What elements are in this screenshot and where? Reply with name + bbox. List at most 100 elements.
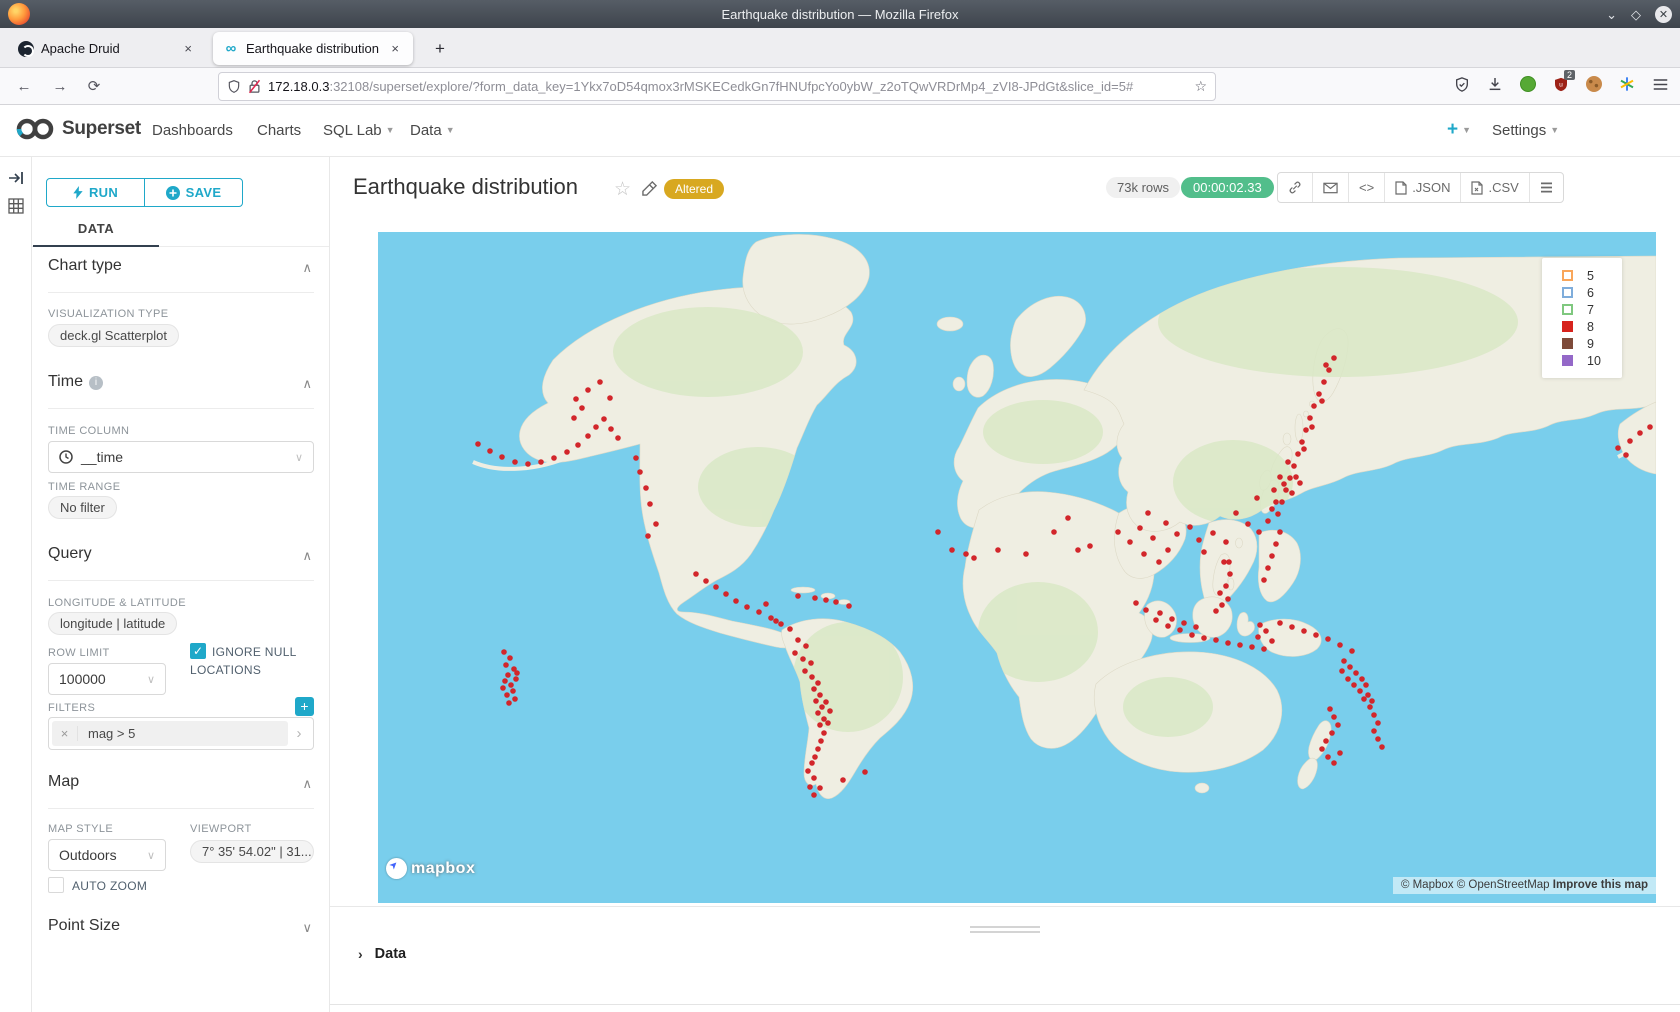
menu-hamburger-icon[interactable] <box>1650 74 1670 94</box>
copy-link-button[interactable] <box>1278 173 1313 202</box>
section-query[interactable]: Query∧ <box>48 545 314 581</box>
lonlat-label: LONGITUDE & LATITUDE <box>48 597 186 609</box>
back-icon[interactable]: ← <box>12 75 36 99</box>
adblock-shield-icon[interactable]: u 2 <box>1551 74 1571 94</box>
viz-type-label: VISUALIZATION TYPE <box>48 308 169 320</box>
legend-label: 8 <box>1587 320 1594 334</box>
download-icon[interactable] <box>1485 74 1505 94</box>
chevron-up-icon: ∧ <box>302 548 312 564</box>
filter-expand-icon[interactable]: › <box>288 725 310 742</box>
section-chart-type[interactable]: Chart type∧ <box>48 257 314 293</box>
section-map[interactable]: Map∧ <box>48 773 314 809</box>
altered-badge[interactable]: Altered <box>664 179 724 199</box>
new-tab-button[interactable]: + <box>428 37 452 61</box>
legend-item[interactable]: 5 <box>1562 267 1622 284</box>
tab-apache-druid[interactable]: Apache Druid × <box>8 32 206 65</box>
data-panel-toggle[interactable]: › Data <box>358 946 406 962</box>
map-style-select[interactable]: Outdoors ∨ <box>48 839 166 871</box>
section-point-size[interactable]: Point Size∨ <box>48 917 314 953</box>
viz-type-value[interactable]: deck.gl Scatterplot <box>48 324 179 347</box>
edit-properties-icon[interactable] <box>642 181 657 196</box>
close-icon[interactable]: ✕ <box>1655 6 1672 23</box>
forward-icon[interactable]: → <box>48 75 72 99</box>
legend-item[interactable]: 10 <box>1562 352 1622 369</box>
remove-filter-icon[interactable]: × <box>52 726 78 741</box>
time-range-value[interactable]: No filter <box>48 496 117 519</box>
nav-data[interactable]: Data▼ <box>410 122 455 139</box>
panel-tab-bar: DATA <box>32 207 330 247</box>
extension-icon-colorful[interactable] <box>1617 74 1637 94</box>
row-limit-select[interactable]: 100000 ∨ <box>48 663 166 695</box>
legend-item[interactable]: 7 <box>1562 301 1622 318</box>
settings-menu[interactable]: Settings▼ <box>1492 122 1559 139</box>
run-button[interactable]: RUN <box>47 179 144 206</box>
info-icon: i <box>89 376 103 390</box>
chart-menu-icon[interactable] <box>1530 173 1563 202</box>
export-csv-button[interactable]: .CSV <box>1461 173 1529 202</box>
legend-label: 7 <box>1587 303 1594 317</box>
new-item-button[interactable]: +▼ <box>1447 119 1471 141</box>
legend-swatch <box>1562 321 1573 332</box>
brand-name: Superset <box>62 118 141 140</box>
viewport-value[interactable]: 7° 35' 54.02" | 31... <box>190 840 314 863</box>
add-filter-button[interactable]: + <box>295 697 314 716</box>
section-time[interactable]: Timei ∧ <box>48 373 314 409</box>
url-text[interactable]: 172.18.0.3:32108/superset/explore/?form_… <box>268 79 1187 94</box>
chevron-up-icon: ∧ <box>302 260 312 276</box>
mapbox-wordmark: mapbox <box>411 860 475 878</box>
legend-item[interactable]: 9 <box>1562 335 1622 352</box>
map-canvas[interactable]: 5678910 mapbox © Mapbox © OpenStreetMap … <box>378 232 1656 903</box>
maximize-icon[interactable]: ◇ <box>1631 8 1641 21</box>
improve-map-link[interactable]: Improve this map <box>1553 879 1648 891</box>
ignore-null-label-2: LOCATIONS <box>190 663 261 677</box>
chevron-down-icon: ∨ <box>302 920 312 936</box>
cookie-extension-icon[interactable] <box>1584 74 1604 94</box>
protections-shield-icon[interactable] <box>1452 74 1472 94</box>
nav-charts[interactable]: Charts <box>257 122 301 139</box>
resize-drag-handle[interactable] <box>970 926 1040 936</box>
url-bar[interactable]: 172.18.0.3:32108/superset/explore/?form_… <box>218 72 1216 101</box>
run-save-buttons: RUN SAVE <box>46 178 243 207</box>
export-json-button[interactable]: .JSON <box>1385 173 1461 202</box>
tab-earthquake-distribution[interactable]: ∞ Earthquake distribution × <box>213 32 413 65</box>
tab-close-icon[interactable]: × <box>387 39 403 58</box>
filter-chip[interactable]: × mag > 5 <box>52 721 288 746</box>
ignore-null-checkbox[interactable]: ✓ <box>190 643 206 659</box>
bookmark-star-icon[interactable]: ☆ <box>1194 78 1207 95</box>
window-titlebar[interactable]: Earthquake distribution — Mozilla Firefo… <box>0 0 1680 28</box>
mapbox-logo[interactable]: mapbox <box>386 858 475 879</box>
url-path: :32108/superset/explore/?form_data_key=1… <box>329 79 1133 94</box>
browser-window: Earthquake distribution — Mozilla Firefo… <box>0 0 1680 1012</box>
time-column-select[interactable]: __time ∨ <box>48 441 314 473</box>
favorite-star-icon[interactable]: ☆ <box>614 178 631 201</box>
minimize-icon[interactable]: ⌄ <box>1606 8 1617 21</box>
lonlat-value[interactable]: longitude | latitude <box>48 612 177 635</box>
expand-panel-icon[interactable] <box>7 169 25 187</box>
insecure-lock-icon[interactable] <box>248 79 261 94</box>
legend-label: 10 <box>1587 354 1601 368</box>
tracking-shield-icon[interactable] <box>227 79 241 94</box>
extension-icon-green[interactable] <box>1518 74 1538 94</box>
nav-dashboards[interactable]: Dashboards <box>152 122 233 139</box>
chart-actions: <> .JSON .CSV <box>1277 172 1564 203</box>
world-map[interactable] <box>378 232 1656 903</box>
save-button[interactable]: SAVE <box>144 179 242 206</box>
tab-data[interactable]: DATA <box>33 207 159 247</box>
firefox-icon <box>8 3 30 25</box>
legend-item[interactable]: 8 <box>1562 318 1622 335</box>
chevron-down-icon: ∨ <box>147 673 155 686</box>
auto-zoom-label: AUTO ZOOM <box>72 879 147 893</box>
legend-item[interactable]: 6 <box>1562 284 1622 301</box>
auto-zoom-checkbox[interactable] <box>48 877 64 893</box>
dataset-grid-icon[interactable] <box>7 197 25 215</box>
url-host: 172.18.0.3 <box>268 79 329 94</box>
tab-close-icon[interactable]: × <box>180 39 196 58</box>
reload-icon[interactable]: ⟳ <box>82 75 106 99</box>
nav-sql-lab[interactable]: SQL Lab▼ <box>323 122 395 139</box>
svg-text:u: u <box>1559 81 1563 88</box>
embed-code-button[interactable]: <> <box>1349 173 1385 202</box>
attribution-text[interactable]: © Mapbox © OpenStreetMap <box>1401 879 1550 891</box>
email-button[interactable] <box>1313 173 1349 202</box>
data-panel-label: Data <box>375 946 406 962</box>
superset-logo[interactable]: Superset <box>14 116 141 142</box>
